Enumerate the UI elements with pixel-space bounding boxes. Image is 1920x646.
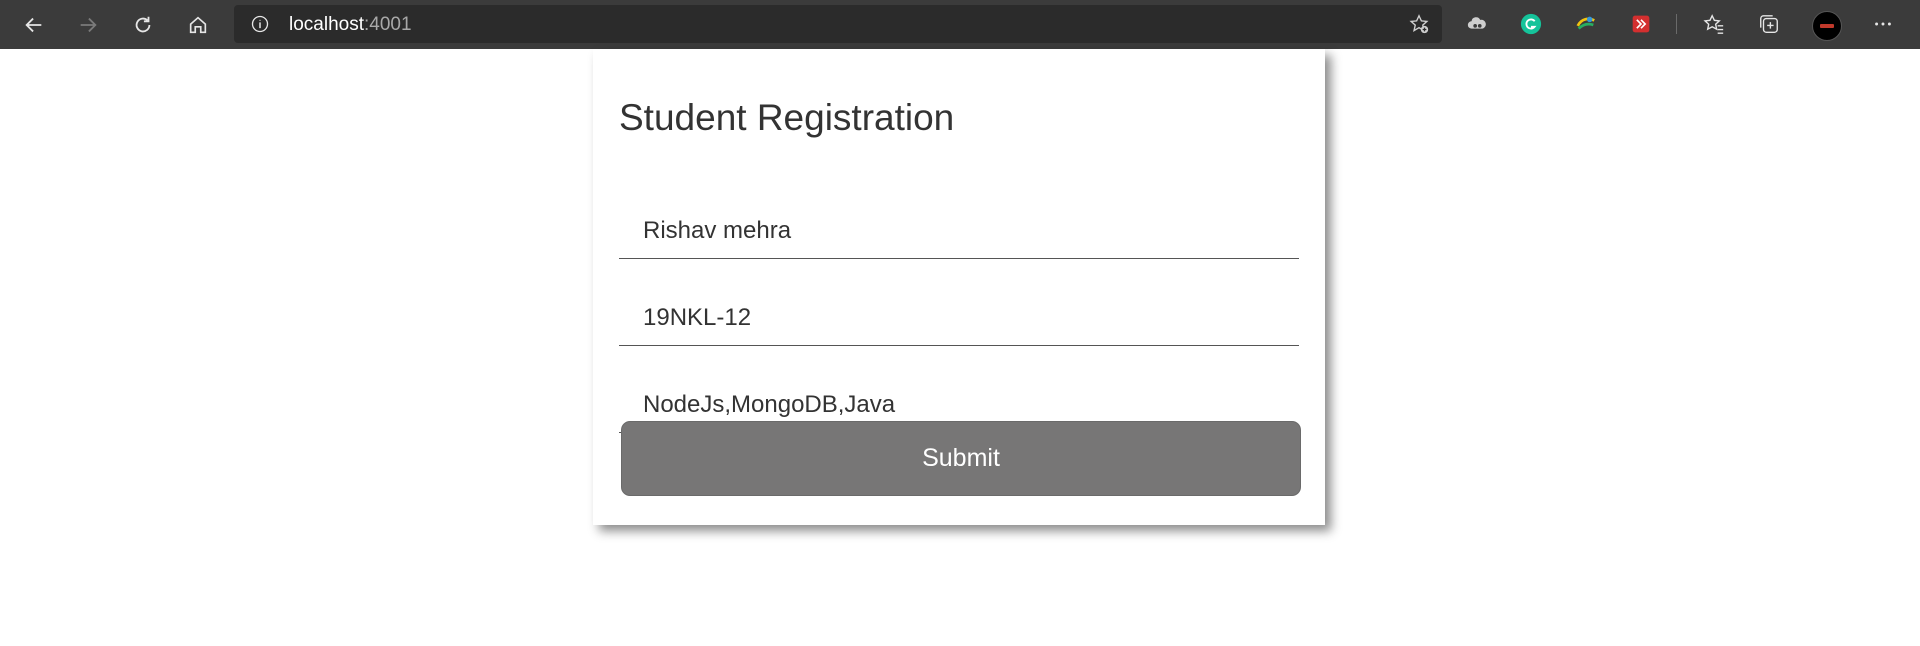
toolbar-separator <box>1676 14 1677 34</box>
home-button[interactable] <box>179 6 217 44</box>
info-icon[interactable] <box>250 14 270 34</box>
name-field[interactable] <box>619 203 1299 259</box>
refresh-button[interactable] <box>124 6 162 44</box>
more-options-icon[interactable] <box>1871 12 1895 36</box>
forward-button[interactable] <box>69 6 107 44</box>
student-id-field[interactable] <box>619 290 1299 346</box>
back-button[interactable] <box>15 6 53 44</box>
cloud-extension-icon[interactable] <box>1465 12 1489 36</box>
grammarly-icon[interactable] <box>1519 12 1543 36</box>
url-host: localhost <box>289 14 364 35</box>
add-favorite-icon[interactable] <box>1408 13 1430 35</box>
red-extension-icon[interactable] <box>1629 12 1653 36</box>
refresh-icon <box>135 16 151 33</box>
url-text[interactable]: localhost:4001 <box>289 14 412 36</box>
url-port: :4001 <box>364 14 412 35</box>
address-bar[interactable]: localhost:4001 <box>234 5 1442 43</box>
colorful-extension-icon[interactable] <box>1574 12 1598 36</box>
browser-toolbar: localhost:4001 <box>0 0 1920 49</box>
registration-card: Student Registration Submit <box>593 49 1325 525</box>
forward-icon <box>80 17 97 33</box>
profile-avatar[interactable] <box>1812 11 1842 41</box>
submit-button[interactable]: Submit <box>621 421 1301 496</box>
page-title: Student Registration <box>619 97 955 138</box>
collections-icon[interactable] <box>1757 12 1781 36</box>
back-icon <box>25 17 42 33</box>
home-icon <box>189 16 207 34</box>
favorites-icon[interactable] <box>1702 12 1726 36</box>
